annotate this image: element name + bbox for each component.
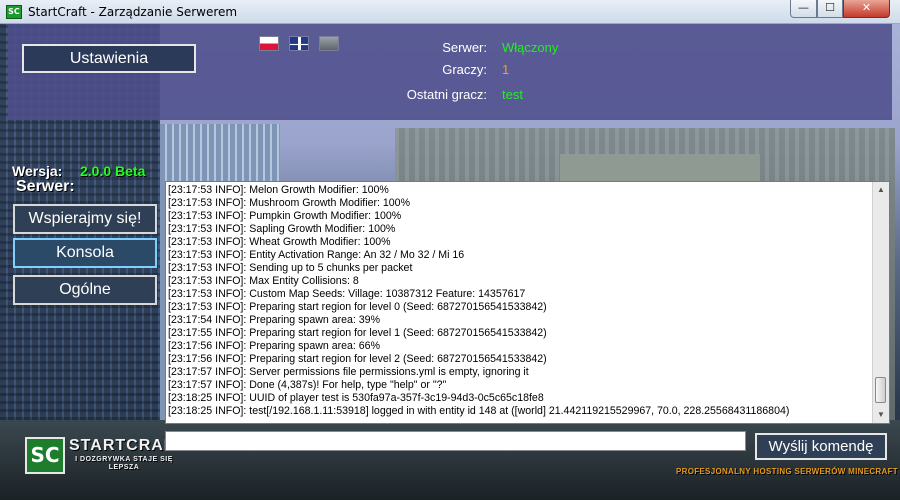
server-status-label: Serwer:: [442, 40, 487, 55]
console-button[interactable]: Konsola: [13, 238, 157, 268]
console-line: [23:18:25 INFO]: test[/192.168.1.11:5391…: [168, 405, 790, 417]
last-player-value: test: [502, 87, 523, 102]
promo-text: PROFESJONALNY HOSTING SERWERÓW MINECRAFT: [676, 467, 898, 476]
console-line: [23:17:53 INFO]: Mushroom Growth Modifie…: [168, 197, 410, 209]
server-status-value: Włączony: [502, 40, 559, 55]
logo-tagline: I DOZGRYWKA STAJE SIĘ LEPSZA: [75, 456, 173, 471]
settings-button[interactable]: Ustawienia: [22, 44, 196, 73]
console-line: [23:17:56 INFO]: Preparing start region …: [168, 353, 547, 365]
title-bar[interactable]: SC StartCraft - Zarządzanie Serwerem — ☐…: [0, 0, 900, 24]
console-line: [23:17:54 INFO]: Preparing spawn area: 3…: [168, 314, 380, 326]
command-input[interactable]: [165, 431, 746, 451]
app-window: SC StartCraft - Zarządzanie Serwerem — ☐…: [0, 0, 900, 500]
polish-flag-icon[interactable]: [259, 36, 279, 51]
console-line: [23:17:57 INFO]: Server permissions file…: [168, 366, 529, 378]
console-line: [23:17:53 INFO]: Max Entity Collisions: …: [168, 275, 359, 287]
startcraft-logo: SC STARTCRAFT I DOZGRYWKA STAJE SIĘ LEPS…: [25, 437, 184, 477]
console-line: [23:17:53 INFO]: Sending up to 5 chunks …: [168, 262, 413, 274]
console-line: [23:17:55 INFO]: Preparing start region …: [168, 327, 547, 339]
window-title: StartCraft - Zarządzanie Serwerem: [28, 5, 238, 19]
console-line: [23:17:53 INFO]: Pumpkin Growth Modifier…: [168, 210, 402, 222]
version-label: Wersja:: [12, 163, 63, 179]
minimize-button[interactable]: —: [790, 0, 817, 18]
close-button[interactable]: ✕: [843, 0, 890, 18]
version-value: 2.0.0 Beta: [80, 163, 146, 179]
players-count-label: Graczy:: [442, 62, 487, 77]
scrollbar-thumb[interactable]: [875, 377, 886, 403]
console-line: [23:17:53 INFO]: Entity Activation Range…: [168, 249, 465, 261]
console-lines: [23:17:53 INFO]: Melon Growth Modifier: …: [168, 184, 871, 418]
scroll-down-arrow-icon[interactable]: ▼: [875, 409, 887, 421]
console-line: [23:17:57 INFO]: Done (4,387s)! For help…: [168, 379, 447, 391]
console-line: [23:17:53 INFO]: Sapling Growth Modifier…: [168, 223, 396, 235]
console-line: [23:18:25 INFO]: UUID of player test is …: [168, 392, 544, 404]
console-output[interactable]: [23:17:53 INFO]: Melon Growth Modifier: …: [165, 181, 890, 424]
console-line: [23:17:53 INFO]: Wheat Growth Modifier: …: [168, 236, 391, 248]
app-logo-icon: SC: [6, 5, 22, 19]
console-line: [23:17:53 INFO]: Melon Growth Modifier: …: [168, 184, 389, 196]
generic-flag-icon[interactable]: [319, 36, 339, 51]
maximize-button[interactable]: ☐: [817, 0, 843, 18]
console-line: [23:17:56 INFO]: Preparing spawn area: 6…: [168, 340, 380, 352]
logo-mark-icon: SC: [25, 437, 65, 474]
send-command-button[interactable]: Wyślij komendę: [755, 433, 887, 460]
general-button[interactable]: Ogólne: [13, 275, 157, 305]
scroll-up-arrow-icon[interactable]: ▲: [875, 184, 887, 196]
players-count-value: 1: [502, 62, 510, 77]
last-player-label: Ostatni gracz:: [406, 87, 487, 102]
console-line: [23:17:53 INFO]: Preparing start region …: [168, 301, 547, 313]
console-scrollbar[interactable]: ▲ ▼: [872, 182, 889, 423]
console-line: [23:17:53 INFO]: Custom Map Seeds: Villa…: [168, 288, 526, 300]
uk-flag-icon[interactable]: [289, 36, 309, 51]
support-button[interactable]: Wspierajmy się!: [13, 204, 157, 234]
server-section-label: Serwer:: [16, 178, 75, 195]
